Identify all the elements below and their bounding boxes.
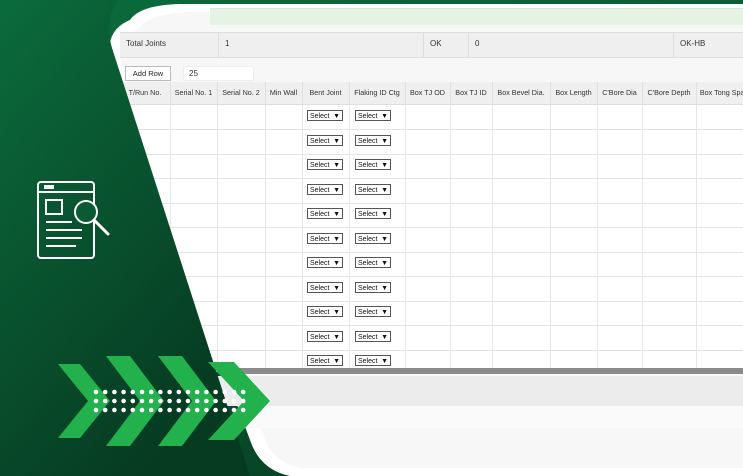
document-search-icon	[37, 181, 110, 259]
dot-pattern	[185, 407, 191, 413]
dot-pattern	[185, 389, 191, 395]
dot-pattern	[213, 389, 218, 395]
dot-pattern	[158, 398, 163, 404]
dot-pattern	[222, 389, 228, 395]
dot-pattern	[158, 407, 163, 413]
dot-pattern	[112, 407, 117, 413]
dot-pattern	[130, 389, 136, 395]
dot-pattern	[194, 407, 200, 413]
chevron-right-icon	[58, 356, 270, 446]
dot-pattern	[102, 398, 108, 404]
dot-pattern	[102, 389, 108, 395]
dot-pattern	[112, 389, 117, 395]
dot-pattern	[240, 407, 246, 413]
dot-pattern	[93, 407, 99, 413]
dot-pattern	[93, 389, 99, 395]
dot-pattern	[148, 398, 154, 404]
dot-pattern	[93, 398, 99, 404]
dot-pattern	[231, 407, 237, 413]
dot-pattern	[139, 407, 145, 413]
dot-pattern	[194, 389, 200, 395]
dot-pattern	[222, 398, 228, 404]
dot-pattern	[121, 407, 126, 413]
dot-pattern	[121, 398, 126, 404]
dot-pattern	[176, 407, 182, 413]
dot-pattern	[121, 389, 126, 395]
dot-pattern	[102, 407, 108, 413]
dot-pattern	[240, 389, 246, 395]
dot-pattern	[176, 398, 182, 404]
dot-pattern	[176, 389, 182, 395]
dot-pattern	[167, 389, 172, 395]
dot-pattern	[185, 398, 191, 404]
dot-pattern	[139, 389, 145, 395]
dot-pattern	[130, 398, 136, 404]
dot-pattern	[158, 389, 163, 395]
dot-pattern	[204, 389, 209, 395]
dot-pattern	[231, 398, 237, 404]
dot-pattern	[213, 398, 218, 404]
dot-pattern	[112, 398, 117, 404]
dot-pattern	[167, 398, 172, 404]
dot-pattern	[148, 407, 154, 413]
dot-pattern	[194, 398, 200, 404]
dot-pattern	[231, 389, 237, 395]
dot-pattern	[204, 398, 209, 404]
dot-pattern	[213, 407, 218, 413]
dot-pattern	[139, 398, 145, 404]
dot-pattern	[222, 407, 228, 413]
dot-pattern	[240, 398, 246, 404]
dot-pattern	[204, 407, 209, 413]
dot-pattern	[167, 407, 172, 413]
dot-pattern	[130, 407, 136, 413]
dot-pattern	[148, 389, 154, 395]
